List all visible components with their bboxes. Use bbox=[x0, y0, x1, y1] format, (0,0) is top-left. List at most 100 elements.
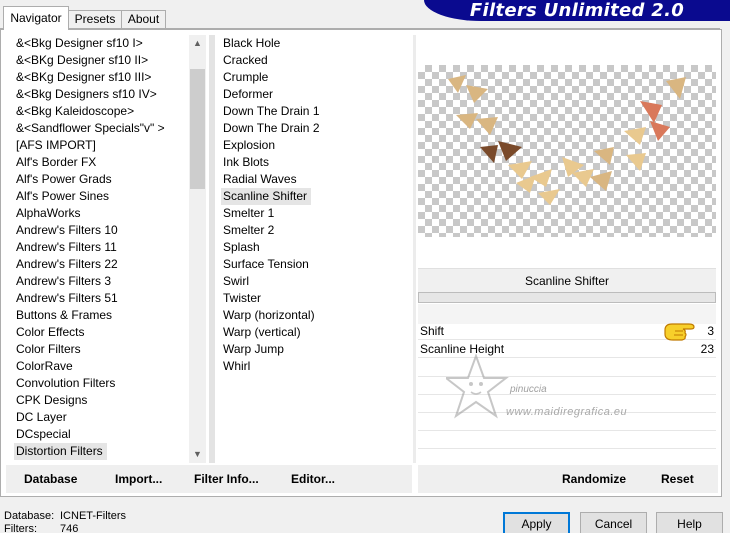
category-item[interactable]: Andrew's Filters 22 bbox=[14, 256, 122, 273]
category-scrollbar[interactable]: ▲ ▼ bbox=[189, 35, 206, 463]
filter-item[interactable]: Twister bbox=[221, 290, 265, 307]
category-item[interactable]: AlphaWorks bbox=[14, 205, 84, 222]
category-item[interactable]: &<Bkg Kaleidoscope> bbox=[14, 103, 138, 120]
pointing-hand-icon bbox=[664, 323, 695, 341]
filter-name-display: Scanline Shifter bbox=[418, 268, 716, 292]
filter-list[interactable]: Black Hole Cracked Crumple Deformer Down The… bbox=[221, 35, 411, 461]
tab-presets[interactable]: Presets bbox=[68, 10, 122, 29]
filter-item[interactable]: Cracked bbox=[221, 52, 272, 69]
category-item[interactable]: &<Bkg Designer sf10 I> bbox=[14, 35, 147, 52]
tab-navigator[interactable]: Navigator bbox=[3, 6, 69, 30]
status-filters: Filters: 746 bbox=[4, 523, 78, 533]
param-value[interactable]: 3 bbox=[707, 323, 714, 340]
category-item[interactable]: &<Sandflower Specials"v" > bbox=[14, 120, 169, 137]
preview-triangle bbox=[590, 171, 612, 191]
filter-item[interactable]: Smelter 1 bbox=[221, 205, 278, 222]
category-item[interactable]: DC Layer bbox=[14, 409, 71, 426]
arrow-down-icon[interactable]: ▼ bbox=[189, 446, 206, 463]
editor-button[interactable]: Editor... bbox=[291, 465, 335, 493]
category-item[interactable]: DCspecial bbox=[14, 426, 75, 443]
arrow-up-icon[interactable]: ▲ bbox=[189, 35, 206, 52]
filter-item[interactable]: Radial Waves bbox=[221, 171, 301, 188]
tab-about[interactable]: About bbox=[121, 10, 166, 29]
preview-triangle bbox=[624, 127, 646, 145]
category-item[interactable]: Convolution Filters bbox=[14, 375, 119, 392]
database-button[interactable]: Database bbox=[24, 465, 77, 493]
preview-triangle bbox=[640, 101, 662, 123]
param-label: Shift bbox=[420, 324, 445, 338]
filter-info-button[interactable]: Filter Info... bbox=[194, 465, 259, 493]
status-value: ICNET-Filters bbox=[60, 510, 126, 522]
preview-triangle bbox=[594, 147, 614, 165]
category-item[interactable]: Distortion Filters bbox=[14, 443, 107, 460]
category-item[interactable]: &<BKg Designer sf10 III> bbox=[14, 69, 155, 86]
filter-item[interactable]: Ink Blots bbox=[221, 154, 273, 171]
reset-button[interactable]: Reset bbox=[661, 465, 694, 493]
preview-triangle bbox=[626, 153, 646, 171]
status-value: 746 bbox=[60, 523, 79, 533]
category-item[interactable]: Alf's Power Grads bbox=[14, 171, 116, 188]
category-item[interactable]: &<BKg Designer sf10 II> bbox=[14, 52, 152, 69]
preview-triangle bbox=[572, 169, 594, 187]
status-database: Database: ICNET-Filters bbox=[4, 510, 126, 522]
preview-triangle bbox=[508, 161, 532, 179]
cancel-button[interactable]: Cancel bbox=[580, 512, 647, 533]
status-label: Database: bbox=[4, 510, 55, 522]
category-item[interactable]: [AFS IMPORT] bbox=[14, 137, 100, 154]
filter-item[interactable]: Warp (vertical) bbox=[221, 324, 305, 341]
banner-title: Filters Unlimited 2.0 bbox=[469, 0, 685, 21]
filter-item[interactable]: Warp (horizontal) bbox=[221, 307, 319, 324]
right-button-bar: Randomize Reset bbox=[418, 465, 718, 493]
filter-item[interactable]: Explosion bbox=[221, 137, 279, 154]
category-item[interactable]: Buttons & Frames bbox=[14, 307, 116, 324]
preview-triangle bbox=[538, 189, 560, 205]
preview-triangle bbox=[466, 85, 488, 103]
filter-item[interactable]: Down The Drain 1 bbox=[221, 103, 324, 120]
import-button[interactable]: Import... bbox=[115, 465, 162, 493]
category-item[interactable]: ColorRave bbox=[14, 358, 77, 375]
title-banner: Filters Unlimited 2.0 bbox=[424, 0, 730, 21]
filter-item[interactable]: Crumple bbox=[221, 69, 272, 86]
filter-item[interactable]: Smelter 2 bbox=[221, 222, 278, 239]
preview-image bbox=[448, 75, 686, 205]
preview-triangle bbox=[480, 145, 498, 163]
apply-button[interactable]: Apply bbox=[503, 512, 570, 533]
watermark-name: pinuccia bbox=[510, 384, 547, 395]
preview-triangle bbox=[448, 75, 466, 93]
category-item[interactable]: Alf's Power Sines bbox=[14, 188, 113, 205]
filter-item[interactable]: Down The Drain 2 bbox=[221, 120, 324, 137]
filter-preview bbox=[418, 65, 716, 237]
category-item[interactable]: &<Bkg Designers sf10 IV> bbox=[14, 86, 161, 103]
left-button-bar: Database Import... Filter Info... Editor… bbox=[6, 465, 412, 493]
filter-item[interactable]: Splash bbox=[221, 239, 264, 256]
preview-triangle bbox=[530, 169, 552, 187]
status-label: Filters: bbox=[4, 523, 37, 533]
preview-triangle bbox=[456, 113, 478, 129]
filter-item[interactable]: Black Hole bbox=[221, 35, 284, 52]
preview-triangle bbox=[476, 117, 498, 135]
progress-bar bbox=[418, 292, 716, 303]
category-item[interactable]: Andrew's Filters 51 bbox=[14, 290, 122, 307]
randomize-button[interactable]: Randomize bbox=[562, 465, 626, 493]
help-button[interactable]: Help bbox=[656, 512, 723, 533]
category-item[interactable]: Andrew's Filters 10 bbox=[14, 222, 122, 239]
panel-divider bbox=[413, 35, 416, 463]
filter-item[interactable]: Scanline Shifter bbox=[221, 188, 312, 205]
category-item[interactable]: Alf's Border FX bbox=[14, 154, 100, 171]
filter-item[interactable]: Swirl bbox=[221, 273, 253, 290]
filter-item[interactable]: Warp Jump bbox=[221, 341, 288, 358]
category-list[interactable]: &<Bkg Designer sf10 I> &<BKg Designer sf1… bbox=[14, 35, 190, 461]
preview-triangle bbox=[650, 121, 670, 141]
preview-triangle bbox=[498, 141, 522, 161]
filter-item[interactable]: Surface Tension bbox=[221, 256, 313, 273]
category-item[interactable]: Andrew's Filters 11 bbox=[14, 239, 121, 256]
filter-item[interactable]: Whirl bbox=[221, 358, 254, 375]
param-value[interactable]: 23 bbox=[701, 341, 714, 358]
category-item[interactable]: Color Filters bbox=[14, 341, 85, 358]
category-item[interactable]: Andrew's Filters 3 bbox=[14, 273, 115, 290]
category-item[interactable]: CPK Designs bbox=[14, 392, 91, 409]
filter-item[interactable]: Deformer bbox=[221, 86, 277, 103]
scrollbar-thumb[interactable] bbox=[190, 69, 205, 189]
category-item[interactable]: Color Effects bbox=[14, 324, 88, 341]
watermark-url: www.maidiregrafica.eu bbox=[506, 406, 628, 418]
